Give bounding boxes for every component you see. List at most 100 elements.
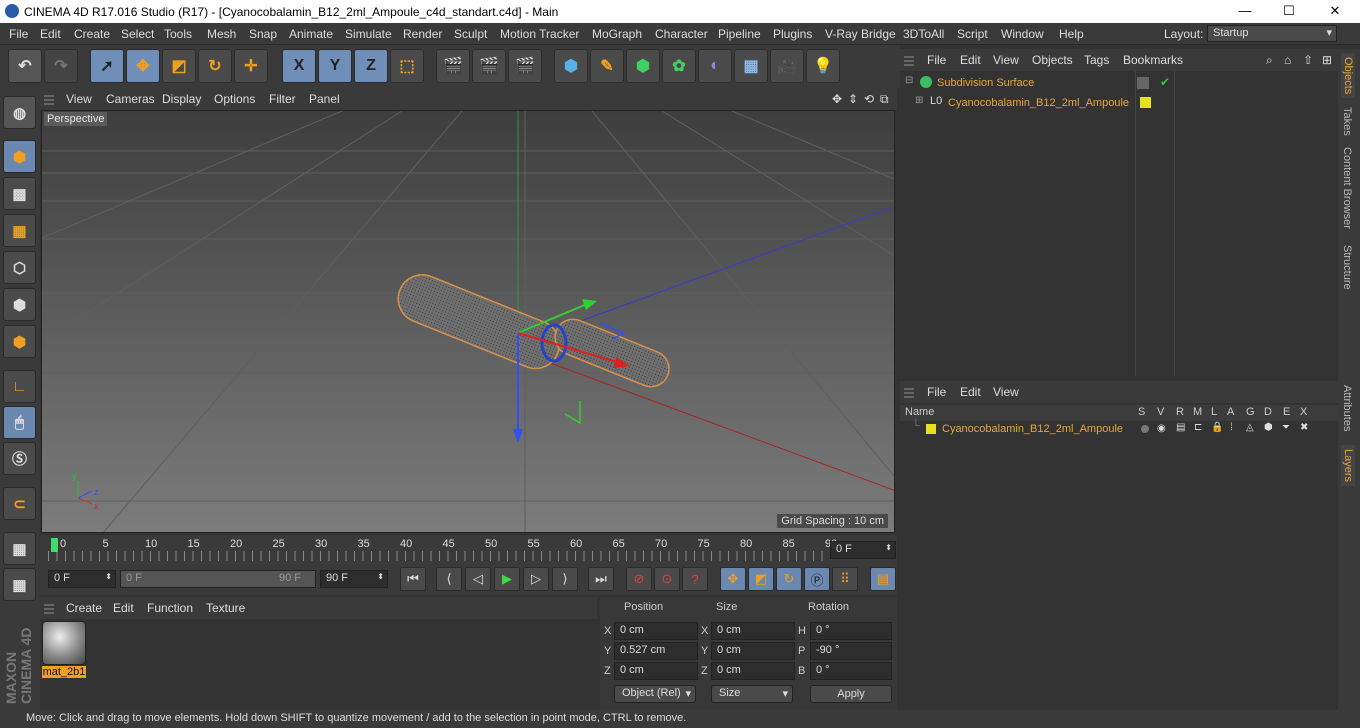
position-z-field[interactable]: 0 cm [614,662,698,680]
object-menu-tags[interactable]: Tags [1084,53,1109,67]
z-axis-button[interactable]: Z [354,49,388,83]
key-parameter-button[interactable]: Ⓟ [804,567,830,591]
polygons-mode-button[interactable]: ⬢ [3,325,36,358]
undo-button[interactable]: ↶ [8,49,42,83]
coordinate-mode-select[interactable]: Object (Rel) ▾ [614,685,696,703]
preview-range-slider[interactable]: 0 F 90 F [120,570,316,588]
layer-row[interactable]: └ Cyanocobalamin_B12_2ml_Ampoule ◉ ▤ ⊏ 🔒… [900,420,1338,437]
expand-icon[interactable]: ⊞ [915,95,923,106]
menu-pipeline[interactable]: Pipeline [718,27,761,41]
viewport-menu-cameras[interactable]: Cameras [106,92,155,106]
tab-layers[interactable]: Layers [1341,445,1355,487]
menu-script[interactable]: Script [957,27,988,41]
layer-color-swatch[interactable] [926,424,936,434]
minimize-button[interactable]: — [1222,0,1268,23]
xref-icon[interactable]: ✖ [1300,422,1308,433]
menu-window[interactable]: Window [1001,27,1044,41]
arrow-up-icon[interactable]: ⇧ [1303,53,1313,67]
move-button[interactable]: ✥ [126,49,160,83]
texture-mode-button[interactable]: ▩ [3,177,36,210]
size-x-field[interactable]: 0 cm [711,622,795,640]
key-scale-button[interactable]: ◩ [748,567,774,591]
viewport-menu-panel[interactable]: Panel [309,92,340,106]
maximize-view-icon[interactable]: ⧉ [880,92,889,107]
viewport-menu-display[interactable]: Display [162,92,201,106]
size-y-field[interactable]: 0 cm [711,642,795,660]
subdivision-button[interactable]: ⬢ [626,49,660,83]
menu-file[interactable]: File [9,27,28,41]
viewport-menu-options[interactable]: Options [214,92,255,106]
object-row-ampoule[interactable]: ⊞ L0 Cyanocobalamin_B12_2ml_Ampoule [900,93,1338,113]
layout-select[interactable]: Startup ▾ [1207,25,1337,42]
deformer-flag-icon[interactable]: ⬢ [1264,422,1273,433]
tab-takes[interactable]: Takes [1341,107,1353,136]
menu-select[interactable]: Select [121,27,154,41]
key-rotation-button[interactable]: ↻ [776,567,802,591]
render-icon[interactable]: ▤ [1176,422,1185,433]
pan-view-icon[interactable]: ✥ [832,92,842,106]
eye-icon[interactable]: ◉ [1157,423,1166,434]
snap-button[interactable]: ⊂ [3,487,36,520]
material-swatch[interactable]: mat_2b1 [42,621,86,678]
size-mode-select[interactable]: Size ▾ [711,685,793,703]
menu-vray-bridge[interactable]: V-Ray Bridge [825,27,896,41]
material-menu-edit[interactable]: Edit [113,601,134,615]
search-icon[interactable]: ⌕ [1266,53,1273,68]
size-z-field[interactable]: 0 cm [711,662,795,680]
new-window-icon[interactable]: ⊞ [1322,53,1332,67]
redo-button[interactable]: ↷ [44,49,78,83]
layer-menu-view[interactable]: View [993,385,1019,399]
make-editable-button[interactable]: ◍ [3,96,36,129]
start-frame-field[interactable]: 0 F ⬍ [48,570,116,588]
key-pla-button[interactable]: ⠿ [832,567,858,591]
render-view-button[interactable]: 🎬 [436,49,470,83]
menu-tools[interactable]: Tools [164,27,192,41]
cloner-button[interactable]: ✿ [662,49,696,83]
dolly-view-icon[interactable]: ⇕ [848,92,858,106]
menu-animate[interactable]: Animate [289,27,333,41]
menu-edit[interactable]: Edit [40,27,61,41]
timeline-button[interactable]: ▤ [870,567,896,591]
menu-create[interactable]: Create [74,27,110,41]
object-menu-bookmarks[interactable]: Bookmarks [1123,53,1183,67]
light-button[interactable]: 💡 [806,49,840,83]
rotation-b-field[interactable]: 0 ° [810,662,892,680]
y-axis-button[interactable]: Y [318,49,352,83]
camera-button[interactable]: 🎥 [770,49,804,83]
axis-mode-button[interactable]: ∟ [3,370,36,403]
scale-button[interactable]: ◩ [162,49,196,83]
go-to-start-button[interactable]: ⏮ [400,567,426,591]
live-selection-button[interactable]: ➚ [90,49,124,83]
coordinate-system-button[interactable]: ⬚ [390,49,424,83]
viewport-perspective[interactable]: y z x Perspective Grid Spacing : 10 cm [41,110,895,533]
menu-snap[interactable]: Snap [249,27,277,41]
viewport-menu-view[interactable]: View [66,92,92,106]
play-button[interactable]: ▶ [494,567,520,591]
x-axis-button[interactable]: X [282,49,316,83]
menu-character[interactable]: Character [655,27,708,41]
locked-workplane-button[interactable]: ▦ [3,532,36,565]
tab-content-browser[interactable]: Content Browser [1341,147,1353,229]
rotate-button[interactable]: ↻ [198,49,232,83]
go-to-end-button[interactable]: ⏭ [588,567,614,591]
animation-icon[interactable]: ⁞ [1230,422,1233,433]
cube-button[interactable]: ⬢ [554,49,588,83]
model-mode-button[interactable]: ⬢ [3,140,36,173]
pen-button[interactable]: ✎ [590,49,624,83]
manager-icon[interactable]: ⊏ [1194,422,1202,433]
checkmark-icon[interactable]: ✔ [1160,75,1170,89]
current-frame-field[interactable]: 0 F ⬍ [830,541,896,559]
next-frame-button[interactable]: ▷ [523,567,549,591]
home-icon[interactable]: ⌂ [1284,53,1291,67]
rotation-h-field[interactable]: 0 ° [810,622,892,640]
lock-icon[interactable]: 🔒 [1211,422,1223,433]
rotation-p-field[interactable]: -90 ° [810,642,892,660]
menu-help[interactable]: Help [1059,27,1084,41]
previous-frame-button[interactable]: ◁ [465,567,491,591]
layer-menu-file[interactable]: File [927,385,946,399]
layer-menu-edit[interactable]: Edit [960,385,981,399]
points-mode-button[interactable]: ⬡ [3,251,36,284]
tweak-mode-button[interactable]: 🖱 [3,406,36,439]
workplane-mode-button[interactable]: ▦ [3,214,36,247]
object-menu-edit[interactable]: Edit [960,53,981,67]
